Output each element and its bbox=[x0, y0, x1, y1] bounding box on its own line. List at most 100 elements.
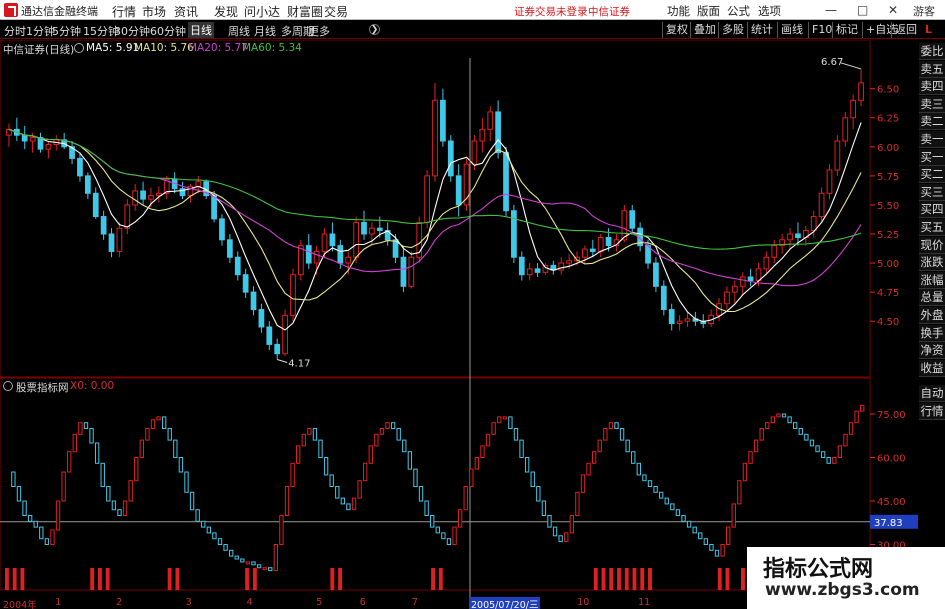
indicator-bar bbox=[547, 515, 552, 528]
menu-6[interactable]: 交易 bbox=[324, 3, 348, 20]
indicator-bar bbox=[385, 422, 390, 430]
y-tick-label-7: 4.75 bbox=[877, 288, 899, 299]
candle-body bbox=[739, 276, 746, 287]
menu-3[interactable]: 发现 bbox=[214, 3, 238, 20]
indicator-bar bbox=[94, 442, 100, 464]
tool-6[interactable]: 标记 bbox=[832, 22, 861, 38]
indicator-bar bbox=[245, 561, 251, 565]
indicator-bar bbox=[860, 404, 865, 412]
candle-body bbox=[21, 134, 28, 142]
indicator-bar bbox=[100, 462, 105, 487]
side-bottom-0[interactable]: 自动 bbox=[919, 385, 945, 402]
indicator-name: 股票指标网 bbox=[16, 382, 69, 394]
kline-chart[interactable]: 6.50 6.25 6.00 5.75 5.50 5.25 5.00 4.75 4.50 6.67… bbox=[0, 40, 919, 597]
indicator-bar bbox=[564, 532, 569, 543]
maximize-icon[interactable]: □ bbox=[857, 3, 868, 17]
side-tab-18[interactable]: 收益 bbox=[919, 359, 945, 377]
tool-4[interactable]: 画线 bbox=[777, 22, 806, 38]
side-tab-1[interactable]: 卖五 bbox=[919, 60, 945, 78]
right-menu-1[interactable]: 版面 bbox=[697, 3, 720, 19]
period-tab-0[interactable]: 分时 bbox=[4, 23, 26, 39]
side-tab-0[interactable]: 委比 bbox=[919, 43, 945, 60]
tool-3[interactable]: 统计 bbox=[747, 22, 776, 38]
right-menu-2[interactable]: 公式 bbox=[727, 3, 750, 19]
indicator-bar bbox=[619, 428, 625, 441]
indicator-bar bbox=[742, 462, 748, 482]
signal-bar bbox=[252, 568, 257, 590]
period-tab-2[interactable]: 5分钟 bbox=[52, 23, 81, 39]
candle-body bbox=[495, 111, 501, 154]
side-bottom-1[interactable]: 行情 bbox=[919, 403, 945, 420]
period-tab-4[interactable]: 30分钟 bbox=[114, 23, 150, 39]
indicator-bar bbox=[418, 486, 424, 502]
more-chevron-icon[interactable]: ❯ bbox=[369, 24, 380, 35]
period-tab-1[interactable]: 1分钟 bbox=[26, 23, 55, 39]
signal-bar bbox=[609, 568, 614, 590]
period-tab-6[interactable]: 日线 bbox=[188, 22, 214, 38]
side-tab-17[interactable]: 净资 bbox=[919, 342, 945, 360]
indicator-bar bbox=[513, 428, 519, 441]
indicator-settings-icon[interactable] bbox=[3, 381, 13, 391]
candle-body bbox=[755, 268, 762, 281]
y-tick-label-0: 6.50 bbox=[877, 85, 899, 96]
candle-body bbox=[858, 82, 864, 101]
menu-1[interactable]: 市场 bbox=[142, 3, 166, 20]
minimize-icon[interactable]: — bbox=[825, 3, 837, 17]
candle-body bbox=[305, 245, 312, 264]
date-label-10: 11 bbox=[638, 597, 651, 608]
watermark: 指标公式网 www.zbgs3.com bbox=[747, 547, 945, 609]
tool-1[interactable]: 叠加 bbox=[690, 22, 719, 38]
indicator-bar bbox=[83, 422, 89, 430]
side-tab-7[interactable]: 买二 bbox=[919, 166, 945, 184]
tool-2[interactable]: 多股 bbox=[718, 22, 747, 38]
side-tab-5[interactable]: 卖一 bbox=[919, 131, 945, 148]
side-tab-6[interactable]: 买一 bbox=[919, 148, 945, 166]
menu-5[interactable]: 财富圈 bbox=[287, 3, 323, 20]
right-menu-0[interactable]: 功能 bbox=[667, 3, 690, 19]
side-tab-4[interactable]: 卖二 bbox=[919, 113, 945, 131]
menu-4[interactable]: 问小达 bbox=[244, 3, 280, 20]
side-tab-3[interactable]: 卖三 bbox=[919, 95, 945, 113]
layout-badge[interactable]: L bbox=[925, 23, 932, 36]
side-tab-2[interactable]: 卖四 bbox=[919, 78, 945, 96]
period-tab-5[interactable]: 60分钟 bbox=[150, 23, 186, 39]
side-tab-9[interactable]: 买四 bbox=[919, 201, 945, 219]
indicator-bar bbox=[122, 500, 128, 516]
side-tab-11[interactable]: 现价 bbox=[919, 236, 945, 254]
guest-label[interactable]: 游客 bbox=[913, 3, 935, 19]
indicator-bar bbox=[586, 462, 591, 476]
candle-body bbox=[234, 256, 241, 276]
side-tab-14[interactable]: 总量 bbox=[919, 289, 945, 307]
menu-2[interactable]: 资讯 bbox=[174, 3, 198, 20]
side-tab-16[interactable]: 换手 bbox=[919, 324, 945, 342]
signal-bar bbox=[20, 568, 25, 590]
candle-body bbox=[810, 216, 817, 232]
side-tab-13[interactable]: 涨幅 bbox=[919, 271, 945, 289]
menu-0[interactable]: 行情 bbox=[112, 3, 136, 20]
candle-body bbox=[266, 326, 273, 345]
period-tab-7[interactable]: 周线 bbox=[228, 23, 250, 39]
candle-body bbox=[503, 152, 509, 212]
side-tab-10[interactable]: 买五 bbox=[919, 219, 945, 236]
broker-name[interactable]: 中信证券 bbox=[588, 4, 630, 19]
close-icon[interactable]: ✕ bbox=[888, 3, 898, 17]
indicator-bar bbox=[351, 497, 357, 511]
right-menu-3[interactable]: 选项 bbox=[758, 3, 781, 19]
low-pointer bbox=[277, 359, 288, 364]
candle-body bbox=[313, 250, 320, 264]
candle-body bbox=[132, 190, 139, 206]
indicator-bar bbox=[441, 532, 446, 540]
login-notice[interactable]: 证券交易未登录 bbox=[514, 4, 588, 19]
side-tab-12[interactable]: 涨跌 bbox=[919, 254, 945, 272]
tool-0[interactable]: 复权 bbox=[662, 22, 691, 38]
signal-bar bbox=[438, 568, 443, 590]
indicator-bar bbox=[312, 428, 318, 441]
period-tab-10[interactable]: 更多 bbox=[308, 23, 330, 39]
tool-8[interactable]: 返回 bbox=[891, 22, 920, 38]
chart-settings-icon[interactable] bbox=[74, 43, 84, 53]
side-tab-8[interactable]: 买三 bbox=[919, 183, 945, 201]
indicator-bar bbox=[770, 416, 776, 424]
period-tab-8[interactable]: 月线 bbox=[254, 23, 276, 39]
indicator-bar bbox=[653, 486, 658, 493]
side-tab-15[interactable]: 外盘 bbox=[919, 307, 945, 324]
